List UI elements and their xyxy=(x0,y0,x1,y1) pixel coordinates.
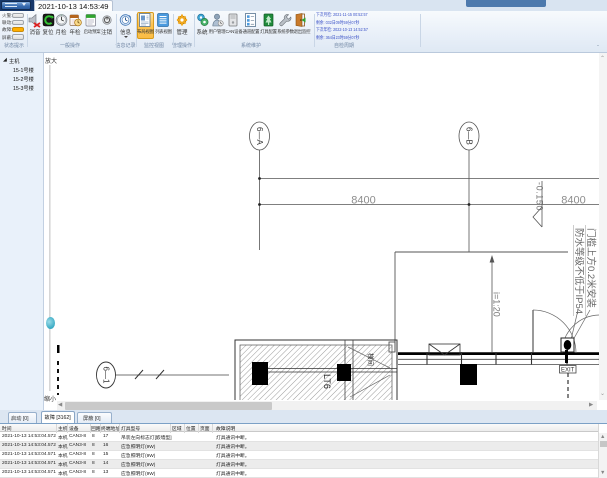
svg-text:6—B: 6—B xyxy=(465,127,474,145)
svg-text:6—A: 6—A xyxy=(255,127,264,145)
svg-text:-0.150: -0.150 xyxy=(535,182,545,211)
svg-text:EXIT: EXIT xyxy=(561,368,575,374)
svg-text:6—1: 6—1 xyxy=(102,367,111,384)
svg-text:LT6: LT6 xyxy=(322,374,332,389)
svg-text:i=1:20: i=1:20 xyxy=(492,292,502,317)
svg-text:门槛上方0.2米安装: 门槛上方0.2米安装 xyxy=(585,228,597,308)
svg-text:8400: 8400 xyxy=(351,195,375,207)
svg-text:防水等级不低于IP54: 防水等级不低于IP54 xyxy=(573,228,585,314)
svg-text:梯间: 梯间 xyxy=(367,353,376,366)
svg-text:8400: 8400 xyxy=(561,195,585,207)
